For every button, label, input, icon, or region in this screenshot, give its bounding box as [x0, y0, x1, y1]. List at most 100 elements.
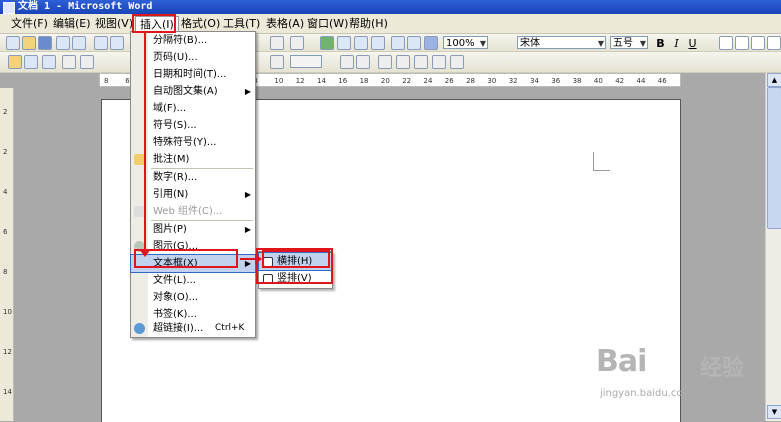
menu-item-picture[interactable]: 图片(P) ▶	[131, 221, 255, 238]
menu-item-hyperlink[interactable]: 超链接(I)... Ctrl+K	[131, 320, 255, 337]
menu-item-field[interactable]: 域(F)...	[131, 100, 255, 117]
submenu-arrow-icon: ▶	[244, 225, 251, 234]
email-icon[interactable]	[72, 36, 86, 50]
align-left-icon[interactable]	[719, 36, 733, 50]
menu-item-special-symbol[interactable]: 特殊符号(Y)...	[131, 134, 255, 151]
font-size-value: 五号	[613, 38, 633, 49]
chevron-down-icon: ▼	[597, 39, 604, 48]
bold-button[interactable]: B	[654, 37, 667, 50]
ruler-tick-label: 14	[317, 77, 326, 85]
align-right-icon[interactable]	[751, 36, 765, 50]
menu-file[interactable]: 文件(F)	[7, 16, 52, 31]
ruler-tick-label: 10	[3, 308, 12, 316]
ruler-tick-label: 4	[3, 188, 8, 196]
zoom-combo[interactable]: 100% ▼	[443, 36, 488, 49]
columns-icon[interactable]	[391, 36, 405, 50]
hyperlink-globe-icon	[134, 323, 145, 334]
merge-to-email-icon[interactable]	[432, 55, 446, 69]
justify-icon[interactable]	[767, 36, 781, 50]
window-title: 文档 1 - Microsoft Word	[18, 1, 153, 12]
menu-format[interactable]: 格式(O)	[177, 16, 224, 31]
submenu-arrow-icon: ▶	[244, 87, 251, 96]
font-combo[interactable]: 宋体 ▼	[517, 36, 606, 49]
undo-icon[interactable]	[270, 36, 284, 50]
margin-corner-mark	[593, 152, 610, 171]
print-icon[interactable]	[94, 36, 108, 50]
menu-item-reference[interactable]: 引用(N) ▶	[131, 186, 255, 203]
find-entry-icon[interactable]	[378, 55, 392, 69]
insert-excel-icon[interactable]	[371, 36, 385, 50]
ruler-tick-label: 18	[359, 77, 369, 85]
menu-view[interactable]: 视图(V)	[91, 16, 137, 31]
print-preview-icon[interactable]	[110, 36, 124, 50]
menu-help[interactable]: 帮助(H)	[345, 16, 392, 31]
tables-borders-icon[interactable]	[337, 36, 351, 50]
watermark-brand: Bai	[596, 344, 647, 379]
menu-item-symbol[interactable]: 符号(S)...	[131, 117, 255, 134]
ruler-tick-label: 16	[338, 77, 348, 85]
open-folder-icon[interactable]	[22, 36, 36, 50]
first-record-icon[interactable]	[270, 55, 284, 69]
next-record-icon[interactable]	[340, 55, 354, 69]
menu-item-break[interactable]: 分隔符(B)...	[131, 32, 255, 49]
ruler-tick-label: 2	[3, 148, 8, 156]
ruler-tick-label: 32	[508, 77, 518, 85]
drawing-icon[interactable]	[407, 36, 421, 50]
new-doc-icon[interactable]	[6, 36, 20, 50]
scroll-up-icon[interactable]: ▲	[767, 73, 781, 87]
annotation-line	[144, 32, 146, 252]
menu-item-number[interactable]: 数字(R)...	[131, 169, 255, 186]
redo-icon[interactable]	[290, 36, 304, 50]
font-size-combo[interactable]: 五号 ▼	[610, 36, 648, 49]
merge-to-printer-icon[interactable]	[414, 55, 428, 69]
ruler-tick-label: 46	[657, 77, 667, 85]
merge-fax-icon[interactable]	[450, 55, 464, 69]
menu-item-autotext[interactable]: 自动图文集(A) ▶	[131, 83, 255, 100]
menu-item-file[interactable]: 文件(L)...	[131, 272, 255, 289]
chevron-down-icon: ▼	[479, 39, 486, 48]
menu-edit[interactable]: 编辑(E)	[49, 16, 95, 31]
scroll-down-icon[interactable]: ▼	[767, 405, 781, 419]
menu-item-object[interactable]: 对象(O)...	[131, 289, 255, 306]
ruler-tick-label: 28	[466, 77, 476, 85]
ruler-tick-label: 24	[423, 77, 433, 85]
annotation-box-insert	[132, 14, 176, 33]
vertical-scrollbar[interactable]: ▲ ▼	[765, 73, 781, 421]
word-logo-icon	[3, 2, 15, 14]
ruler-tick-label: 2	[3, 108, 8, 116]
save-icon[interactable]	[38, 36, 52, 50]
merge-to-doc-icon[interactable]	[396, 55, 410, 69]
record-field[interactable]	[290, 55, 322, 68]
insert-table-icon[interactable]	[354, 36, 368, 50]
menu-item-page-numbers[interactable]: 页码(U)...	[131, 49, 255, 66]
menu-table[interactable]: 表格(A)	[262, 16, 308, 31]
scroll-thumb[interactable]	[767, 87, 781, 229]
underline-button[interactable]: U	[686, 37, 699, 50]
menu-item-web-component: Web 组件(C)...	[131, 203, 255, 220]
field-icon[interactable]	[62, 55, 76, 69]
envelope-icon[interactable]	[24, 55, 38, 69]
zoom-value: 100%	[446, 38, 475, 49]
menu-item-date-time[interactable]: 日期和时间(T)...	[131, 66, 255, 83]
insert-hyperlink-icon[interactable]	[320, 36, 334, 50]
ruler-tick-label: 42	[615, 77, 625, 85]
ruler-tick-label: 44	[636, 77, 646, 85]
vertical-ruler[interactable]: 2 2 4 6 8 10 12 14	[0, 88, 14, 421]
align-center-icon[interactable]	[735, 36, 749, 50]
title-bar: 文档 1 - Microsoft Word	[0, 0, 781, 14]
menu-item-comment[interactable]: 批注(M)	[131, 151, 255, 168]
ruler-tick-label: 34	[530, 77, 539, 85]
font-value: 宋体	[520, 38, 540, 49]
word-field-icon[interactable]	[80, 55, 94, 69]
letter-icon[interactable]	[8, 55, 22, 69]
last-record-icon[interactable]	[356, 55, 370, 69]
watermark-suffix: 经验	[700, 356, 745, 381]
document-map-icon[interactable]	[424, 36, 438, 50]
ruler-tick-label: 26	[444, 77, 454, 85]
merge-icon[interactable]	[42, 55, 56, 69]
ruler-tick-label: 20	[380, 77, 390, 85]
ruler-tick-label: 38	[572, 77, 582, 85]
permission-icon[interactable]	[56, 36, 70, 50]
menu-tools[interactable]: 工具(T)	[219, 16, 264, 31]
italic-button[interactable]: I	[670, 37, 683, 50]
